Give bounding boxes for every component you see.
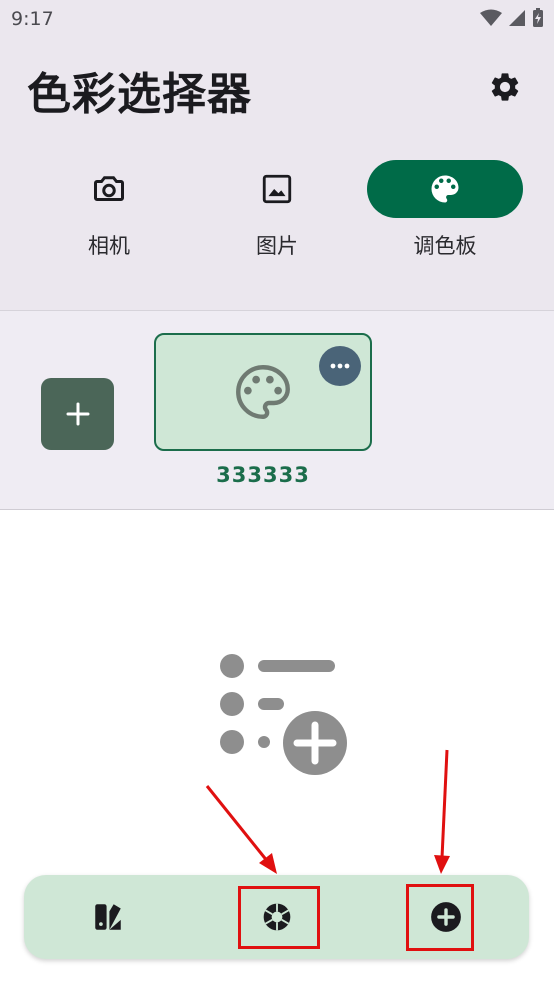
tab-camera-label: 相机 <box>88 234 130 258</box>
add-swatch-button[interactable] <box>41 378 114 450</box>
tab-palette[interactable]: 调色板 <box>367 158 527 268</box>
top-app-area: 9:17 色彩选择器 相机 图片 调色板 <box>0 0 554 310</box>
camera-icon <box>94 176 124 201</box>
highlight-box-color-wheel <box>238 886 320 949</box>
tab-image-label: 图片 <box>256 234 298 258</box>
wifi-icon <box>480 9 502 26</box>
swatch-card[interactable] <box>154 333 372 451</box>
status-bar: 9:17 <box>0 0 554 38</box>
status-icons <box>480 8 544 28</box>
mode-tabs: 相机 图片 调色板 <box>0 158 554 268</box>
palette-icon <box>431 175 459 203</box>
swatches-button[interactable] <box>80 889 136 945</box>
swatch-hex-label: 333333 <box>216 463 310 487</box>
tab-image[interactable]: 图片 <box>199 158 359 268</box>
plus-icon <box>66 402 89 426</box>
more-horiz-icon <box>330 363 350 369</box>
tab-camera[interactable]: 相机 <box>31 158 191 268</box>
signal-icon <box>509 10 525 26</box>
status-time: 9:17 <box>11 8 54 30</box>
page-title: 色彩选择器 <box>27 69 252 120</box>
highlight-box-add <box>406 884 474 951</box>
palette-icon <box>236 365 290 419</box>
list-add-icon <box>220 654 347 775</box>
palette-swatch-row: 333333 <box>0 310 554 510</box>
arrow-to-color-wheel <box>205 785 277 874</box>
gear-icon <box>491 73 519 101</box>
swatches-icon <box>95 904 121 930</box>
swatch-more-button[interactable] <box>319 346 361 386</box>
tab-image-pill <box>199 160 355 218</box>
image-icon <box>262 174 292 204</box>
tab-palette-pill <box>367 160 523 218</box>
battery-icon <box>533 8 543 27</box>
settings-button[interactable] <box>484 66 526 108</box>
tab-palette-label: 调色板 <box>413 234 477 258</box>
tab-camera-pill <box>31 160 187 218</box>
empty-list-illustration <box>218 652 350 777</box>
arrow-to-add <box>434 749 450 874</box>
